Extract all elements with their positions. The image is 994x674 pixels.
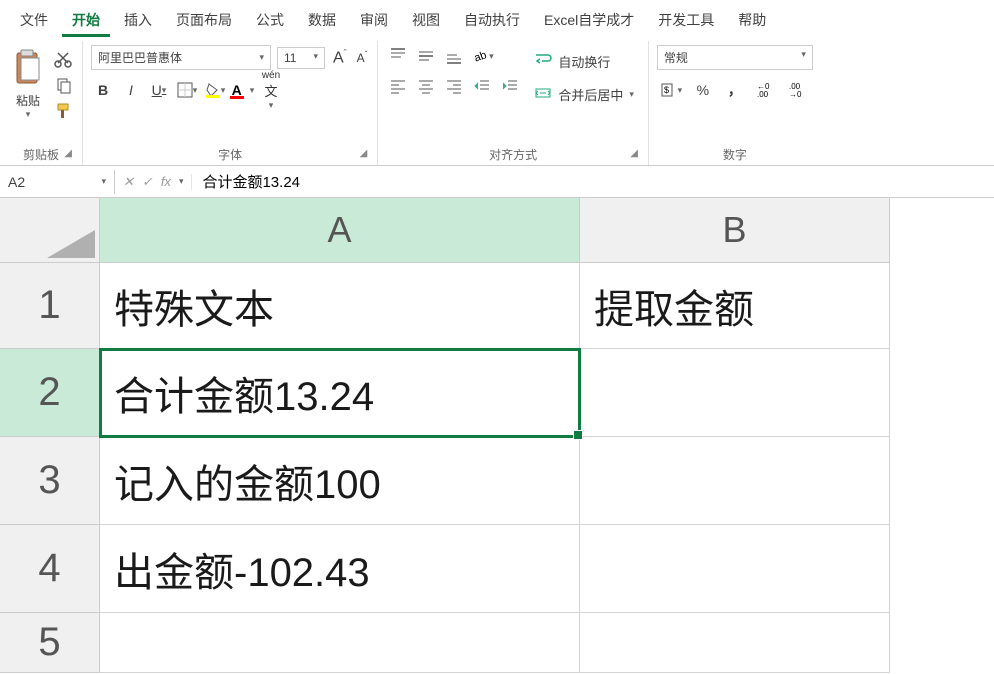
chevron-down-icon: ▾: [259, 52, 264, 63]
ribbon-group-clipboard: 粘贴 ▾ 剪贴板 ◢: [0, 41, 83, 165]
cell-b5[interactable]: [580, 613, 890, 673]
group-label-font: 字体 ◢: [91, 142, 369, 163]
chevron-down-icon: ▾: [629, 89, 634, 100]
chevron-down-icon[interactable]: ▾: [179, 176, 184, 187]
cell-a2[interactable]: 合计金额13.24: [100, 349, 580, 437]
group-label-alignment: 对齐方式 ◢: [386, 142, 640, 163]
group-label-clipboard: 剪贴板 ◢: [8, 142, 74, 163]
row-header-4[interactable]: 4: [0, 525, 100, 613]
cell-a4[interactable]: 出金额-102.43: [100, 525, 580, 613]
menu-insert[interactable]: 插入: [114, 6, 162, 37]
svg-text:ab: ab: [473, 49, 489, 64]
menu-view[interactable]: 视图: [402, 6, 450, 37]
menu-developer[interactable]: 开发工具: [648, 6, 724, 37]
formula-bar: A2 ▾ ✕ ✓ fx ▾: [0, 166, 994, 198]
menu-formulas[interactable]: 公式: [246, 6, 294, 37]
align-bottom-icon[interactable]: [442, 45, 466, 67]
font-size-combo[interactable]: 11▾: [277, 47, 325, 69]
svg-text:→0: →0: [789, 90, 802, 99]
menu-file[interactable]: 文件: [10, 6, 58, 37]
align-middle-icon[interactable]: [414, 45, 438, 67]
dialog-launcher-icon[interactable]: ◢: [628, 146, 640, 161]
chevron-down-icon: ▾: [801, 49, 806, 66]
decrease-indent-icon[interactable]: [470, 75, 494, 97]
clipboard-icon: [12, 49, 44, 90]
font-name-combo[interactable]: 阿里巴巴普惠体▾: [91, 45, 271, 70]
fx-icon[interactable]: fx: [161, 174, 171, 189]
menu-review[interactable]: 审阅: [350, 6, 398, 37]
wrap-text-icon: [534, 51, 552, 72]
formula-input[interactable]: [192, 169, 994, 194]
paste-button[interactable]: 粘贴 ▾: [8, 45, 48, 124]
paste-label: 粘贴: [16, 92, 40, 109]
format-painter-icon[interactable]: [54, 101, 74, 121]
chevron-down-icon: ▾: [313, 51, 318, 65]
merge-icon: [534, 84, 552, 105]
cancel-formula-icon[interactable]: ✕: [123, 174, 134, 190]
group-label-number: 数字: [657, 142, 813, 163]
underline-button[interactable]: U ▾: [147, 78, 171, 102]
cell-a1[interactable]: 特殊文本: [100, 263, 580, 349]
enter-formula-icon[interactable]: ✓: [142, 174, 153, 190]
row-header-5[interactable]: 5: [0, 613, 100, 673]
dialog-launcher-icon[interactable]: ◢: [358, 146, 370, 161]
align-right-icon[interactable]: [442, 75, 466, 97]
cell-b3[interactable]: [580, 437, 890, 525]
align-left-icon[interactable]: [386, 75, 410, 97]
row-header-1[interactable]: 1: [0, 263, 100, 349]
ribbon-group-number: 常规▾ $▾ % ， ←0.00 .00→0 数字: [649, 41, 821, 165]
align-center-icon[interactable]: [414, 75, 438, 97]
ribbon-group-alignment: ab▾ 自动换行 合并后居中: [378, 41, 649, 165]
column-header-a[interactable]: A: [100, 198, 580, 263]
menu-page-layout[interactable]: 页面布局: [166, 6, 242, 37]
cell-b1[interactable]: 提取金额: [580, 263, 890, 349]
shrink-font-icon[interactable]: Aˇ: [355, 48, 370, 67]
increase-indent-icon[interactable]: [498, 75, 522, 97]
ribbon: 粘贴 ▾ 剪贴板 ◢: [0, 41, 994, 166]
menu-help[interactable]: 帮助: [728, 6, 776, 37]
percent-button[interactable]: %: [689, 78, 717, 102]
merge-center-button[interactable]: 合并后居中 ▾: [528, 82, 640, 107]
svg-text:$: $: [664, 85, 669, 95]
svg-text:.00: .00: [757, 90, 769, 99]
fill-color-button[interactable]: ▾: [203, 78, 227, 102]
wrap-text-button[interactable]: 自动换行: [528, 49, 640, 74]
copy-icon[interactable]: [54, 75, 74, 95]
bold-button[interactable]: B: [91, 78, 115, 102]
italic-button[interactable]: I: [119, 78, 143, 102]
align-top-icon[interactable]: [386, 45, 410, 67]
select-all-corner[interactable]: [0, 198, 100, 263]
dialog-launcher-icon[interactable]: ◢: [62, 146, 74, 161]
grow-font-icon[interactable]: Aˆ: [331, 46, 349, 69]
orientation-icon[interactable]: ab▾: [470, 45, 494, 67]
spreadsheet-grid: A B 1 特殊文本 提取金额 2 合计金额13.24 3 记入的金额100 4…: [0, 198, 994, 673]
cell-a3[interactable]: 记入的金额100: [100, 437, 580, 525]
cell-a5[interactable]: [100, 613, 580, 673]
row-header-3[interactable]: 3: [0, 437, 100, 525]
menu-bar: 文件 开始 插入 页面布局 公式 数据 审阅 视图 自动执行 Excel自学成才…: [0, 0, 994, 41]
decrease-decimal-button[interactable]: .00→0: [785, 78, 813, 102]
phonetic-button[interactable]: wén文▾: [259, 78, 283, 102]
menu-data[interactable]: 数据: [298, 6, 346, 37]
increase-decimal-button[interactable]: ←0.00: [753, 78, 781, 102]
borders-button[interactable]: ▾: [175, 78, 199, 102]
chevron-down-icon: ▾: [26, 109, 31, 120]
chevron-down-icon: ▾: [101, 176, 106, 187]
column-header-b[interactable]: B: [580, 198, 890, 263]
accounting-format-button[interactable]: $▾: [657, 78, 685, 102]
cut-icon[interactable]: [54, 49, 74, 69]
number-format-combo[interactable]: 常规▾: [657, 45, 813, 70]
comma-button[interactable]: ，: [721, 78, 749, 102]
font-color-button[interactable]: A ▾: [231, 78, 255, 102]
menu-automate[interactable]: 自动执行: [454, 6, 530, 37]
row-header-2[interactable]: 2: [0, 349, 100, 437]
cell-b4[interactable]: [580, 525, 890, 613]
ribbon-group-font: 阿里巴巴普惠体▾ 11▾ Aˆ Aˇ B I U ▾ ▾: [83, 41, 378, 165]
menu-home[interactable]: 开始: [62, 6, 110, 37]
cell-b2[interactable]: [580, 349, 890, 437]
menu-excel-learn[interactable]: Excel自学成才: [534, 6, 644, 37]
name-box[interactable]: A2 ▾: [0, 170, 115, 194]
